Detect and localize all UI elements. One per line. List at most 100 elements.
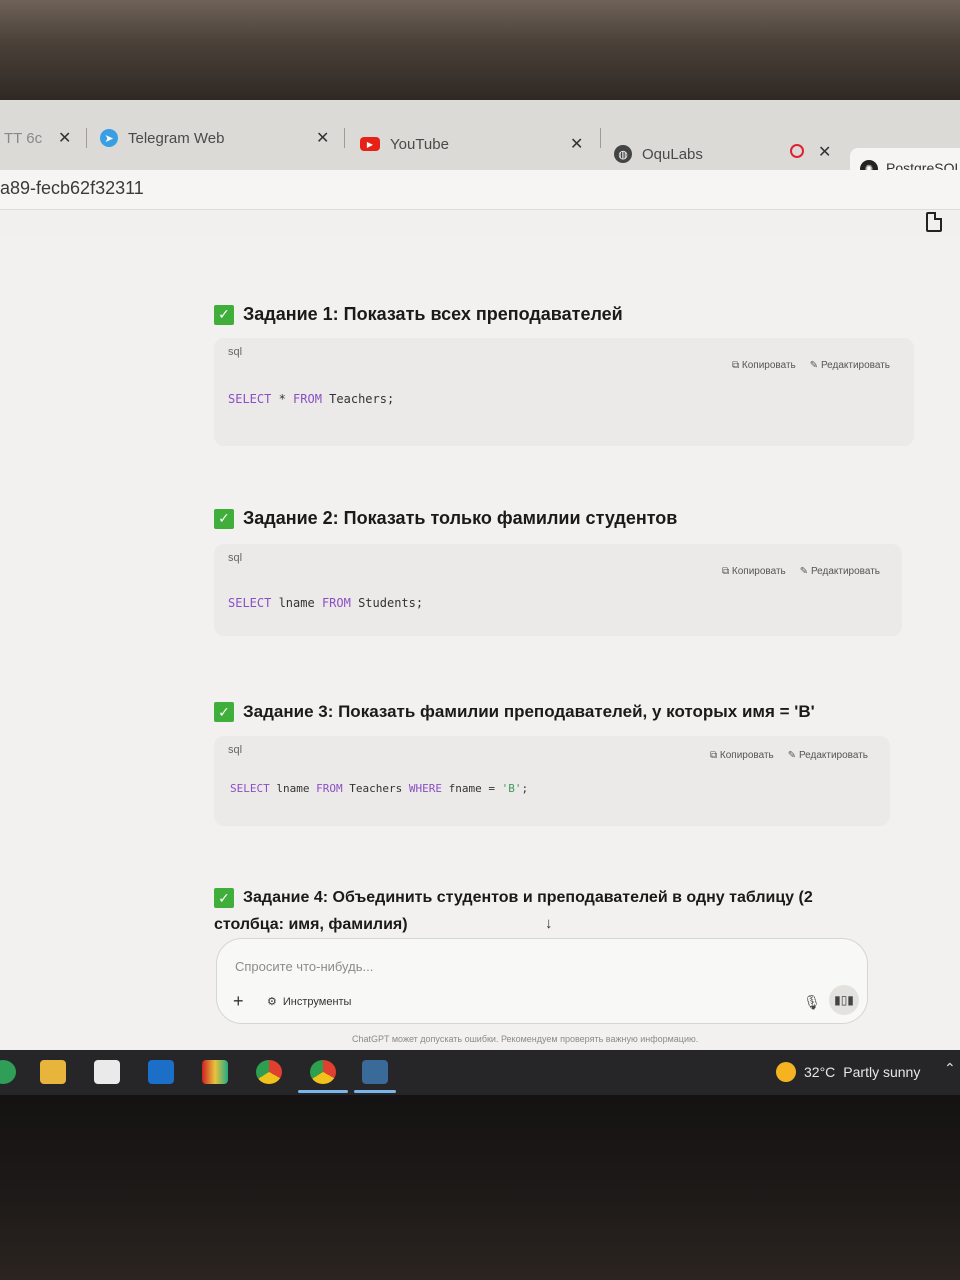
- youtube-icon: ▶: [360, 137, 380, 151]
- tab-separator: [344, 128, 345, 148]
- edit-button[interactable]: ✎ Редактировать: [800, 566, 880, 577]
- prompt-input[interactable]: [235, 959, 755, 974]
- code-line: SELECT lname FROM Teachers WHERE fname =…: [230, 782, 528, 795]
- monitor-bezel-bottom: [0, 1095, 960, 1280]
- check-icon: ✓: [214, 304, 234, 325]
- task-1: ✓ Задание 1: Показать всех преподавателе…: [214, 304, 623, 325]
- task-title: ✓ Задание 1: Показать всех преподавателе…: [214, 304, 623, 325]
- task-4: ✓ Задание 4: Объединить студентов и преп…: [214, 888, 854, 934]
- code-keyword: WHERE: [408, 782, 442, 795]
- edit-label: Редактировать: [820, 360, 891, 371]
- task-title: ✓ Задание 2: Показать только фамилии сту…: [214, 508, 677, 529]
- partly-sunny-icon: [776, 1062, 796, 1082]
- code-text: ;: [521, 782, 529, 795]
- chrome-profile-icon[interactable]: [310, 1060, 336, 1084]
- code-block: sql ⧉ Копировать ✎ Редактировать SELECT …: [214, 544, 902, 636]
- task-title: ✓ Задание 3: Показать фамилии преподават…: [214, 702, 815, 722]
- code-text: Teachers;: [321, 392, 395, 406]
- code-block: sql ⧉ Копировать ✎ Редактировать SELECT …: [214, 338, 914, 446]
- voice-mode-icon[interactable]: ▮▯▮: [829, 985, 859, 1015]
- edge-icon[interactable]: [0, 1060, 16, 1084]
- tab-tiktok[interactable]: TT 6c ✕: [4, 118, 71, 158]
- code-actions: ⧉ Копировать ✎ Редактировать: [710, 750, 868, 761]
- chrome-icon[interactable]: [256, 1060, 282, 1084]
- task-title-text: Задание 4: Объединить студентов и препод…: [243, 889, 813, 906]
- tab-separator: [600, 128, 601, 148]
- edit-label: Редактировать: [810, 566, 881, 577]
- close-icon[interactable]: ✕: [570, 134, 583, 154]
- globe-icon: ◍: [614, 145, 632, 163]
- temperature: 32°C: [804, 1064, 836, 1080]
- copy-button[interactable]: ⧉ Копировать: [722, 566, 786, 577]
- tab-separator: [86, 128, 87, 148]
- tab-oqulabs[interactable]: ◍ OquLabs ✕: [614, 136, 831, 172]
- code-block: sql ⧉ Копировать ✎ Редактировать SELECT …: [214, 736, 890, 826]
- task-3: ✓ Задание 3: Показать фамилии преподават…: [214, 702, 815, 722]
- close-icon[interactable]: ✕: [818, 142, 831, 162]
- code-text: *: [271, 392, 294, 406]
- microphone-icon[interactable]: 🎙: [803, 991, 821, 1013]
- edit-button[interactable]: ✎ Редактировать: [788, 750, 868, 761]
- copy-button[interactable]: ⧉ Копировать: [732, 360, 796, 371]
- file-explorer-icon[interactable]: [40, 1060, 66, 1084]
- edit-button[interactable]: ✎ Редактировать: [810, 360, 890, 371]
- code-language: sql: [228, 346, 243, 358]
- tab-label: Telegram Web: [128, 129, 225, 147]
- check-icon: ✓: [214, 702, 234, 722]
- code-keyword: FROM: [293, 392, 322, 406]
- code-text: Students;: [350, 596, 424, 610]
- code-string: 'B': [501, 782, 522, 795]
- close-icon[interactable]: ✕: [316, 128, 329, 148]
- code-keyword: FROM: [316, 782, 343, 795]
- code-language: sql: [228, 744, 243, 756]
- code-keyword: SELECT: [228, 596, 272, 610]
- code-text: lname: [271, 596, 322, 610]
- chat-composer: + ⚙ Инструменты 🎙 ▮▯▮: [216, 938, 868, 1024]
- postgresql-icon[interactable]: [362, 1060, 388, 1084]
- copy-label: Копировать: [731, 566, 786, 577]
- task-title-continuation: столбца: имя, фамилия): [214, 916, 408, 933]
- screen: TT 6c ✕ ➤ Telegram Web ✕ ▶ YouTube ✕ ◍ O…: [0, 100, 960, 1095]
- copy-button[interactable]: ⧉ Копировать: [710, 750, 774, 761]
- close-icon[interactable]: ✕: [58, 128, 71, 148]
- arrow-down-icon[interactable]: ↓: [545, 915, 553, 932]
- sliders-icon: ⚙: [267, 996, 277, 1008]
- weather-widget[interactable]: 32°C Partly sunny: [776, 1062, 920, 1082]
- disclaimer-text: ChatGPT может допускать ошибки. Рекоменд…: [352, 1034, 699, 1044]
- code-actions: ⧉ Копировать ✎ Редактировать: [722, 566, 880, 577]
- url-text[interactable]: a89-fecb62f32311: [0, 178, 144, 199]
- code-text: fname =: [441, 782, 502, 795]
- winrar-icon[interactable]: [202, 1060, 228, 1084]
- tab-telegram-web[interactable]: ➤ Telegram Web ✕: [100, 118, 329, 158]
- task-title-text: Задание 1: Показать всех преподавателей: [243, 304, 623, 324]
- tab-youtube[interactable]: ▶ YouTube ✕: [360, 124, 583, 164]
- code-keyword: FROM: [321, 596, 351, 610]
- telegram-icon: ➤: [100, 129, 118, 147]
- check-icon: ✓: [214, 508, 234, 529]
- document-icon[interactable]: [926, 212, 942, 232]
- address-bar[interactable]: a89-fecb62f32311: [0, 170, 960, 210]
- code-line: SELECT * FROM Teachers;: [228, 392, 394, 406]
- plus-icon[interactable]: +: [233, 991, 244, 1012]
- active-app-indicator: [354, 1090, 396, 1093]
- code-actions: ⧉ Копировать ✎ Редактировать: [732, 360, 890, 371]
- active-app-indicator: [298, 1090, 348, 1093]
- recording-icon: [790, 144, 804, 158]
- tab-label: OquLabs: [642, 145, 703, 163]
- check-icon: ✓: [214, 888, 234, 908]
- outlook-icon[interactable]: [148, 1060, 174, 1084]
- tools-label: Инструменты: [282, 995, 352, 1008]
- store-icon[interactable]: [94, 1060, 120, 1084]
- monitor-bezel-top: [0, 0, 960, 110]
- code-language: sql: [228, 552, 243, 564]
- tools-button[interactable]: ⚙ Инструменты: [267, 995, 352, 1009]
- windows-taskbar: 32°C Partly sunny ⌃: [0, 1050, 960, 1095]
- weather-condition: Partly sunny: [843, 1064, 921, 1080]
- tab-label: TT 6c: [4, 129, 43, 147]
- task-title-text: Задание 2: Показать только фамилии студе…: [243, 508, 678, 528]
- browser-tab-strip: TT 6c ✕ ➤ Telegram Web ✕ ▶ YouTube ✕ ◍ O…: [0, 100, 960, 170]
- edit-label: Редактировать: [798, 750, 869, 761]
- copy-label: Копировать: [719, 750, 774, 761]
- chevron-up-icon[interactable]: ⌃: [944, 1060, 956, 1077]
- copy-label: Копировать: [741, 360, 796, 371]
